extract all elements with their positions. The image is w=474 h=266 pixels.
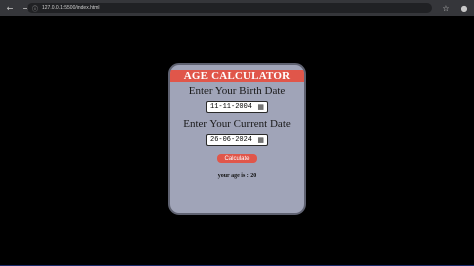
- star-icon[interactable]: ☆: [440, 2, 452, 14]
- current-date-label: Enter Your Current Date: [183, 118, 291, 130]
- age-calculator-card: AGE CALCULATOR Enter Your Birth Date 11-…: [168, 63, 306, 215]
- calendar-icon[interactable]: ▦: [257, 103, 264, 111]
- calculate-button[interactable]: Calculate: [217, 154, 257, 163]
- birth-date-label: Enter Your Birth Date: [188, 85, 286, 97]
- page-viewport: AGE CALCULATOR Enter Your Birth Date 11-…: [0, 16, 474, 266]
- age-result: your age is : 20: [217, 173, 257, 179]
- current-date-input[interactable]: 26-06-2024 ▦: [206, 134, 268, 146]
- calculator-title: AGE CALCULATOR: [170, 70, 304, 82]
- toolbar-right-icons: ☆ ●: [440, 2, 470, 14]
- arrow-left-icon[interactable]: ←: [4, 2, 16, 14]
- address-bar[interactable]: ⓘ 127.0.0.1:5500/index.html: [27, 3, 432, 13]
- site-info-icon[interactable]: ⓘ: [30, 3, 40, 13]
- url-text[interactable]: 127.0.0.1:5500/index.html: [42, 5, 100, 11]
- current-date-value: 26-06-2024: [210, 136, 253, 144]
- browser-toolbar: ← → ↻ ⌂ ⓘ 127.0.0.1:5500/index.html ☆ ●: [0, 0, 474, 16]
- birth-date-value: 11-11-2004: [210, 103, 253, 111]
- profile-icon[interactable]: ●: [458, 2, 470, 14]
- birth-date-input[interactable]: 11-11-2004 ▦: [206, 101, 268, 113]
- calendar-icon[interactable]: ▦: [257, 136, 264, 144]
